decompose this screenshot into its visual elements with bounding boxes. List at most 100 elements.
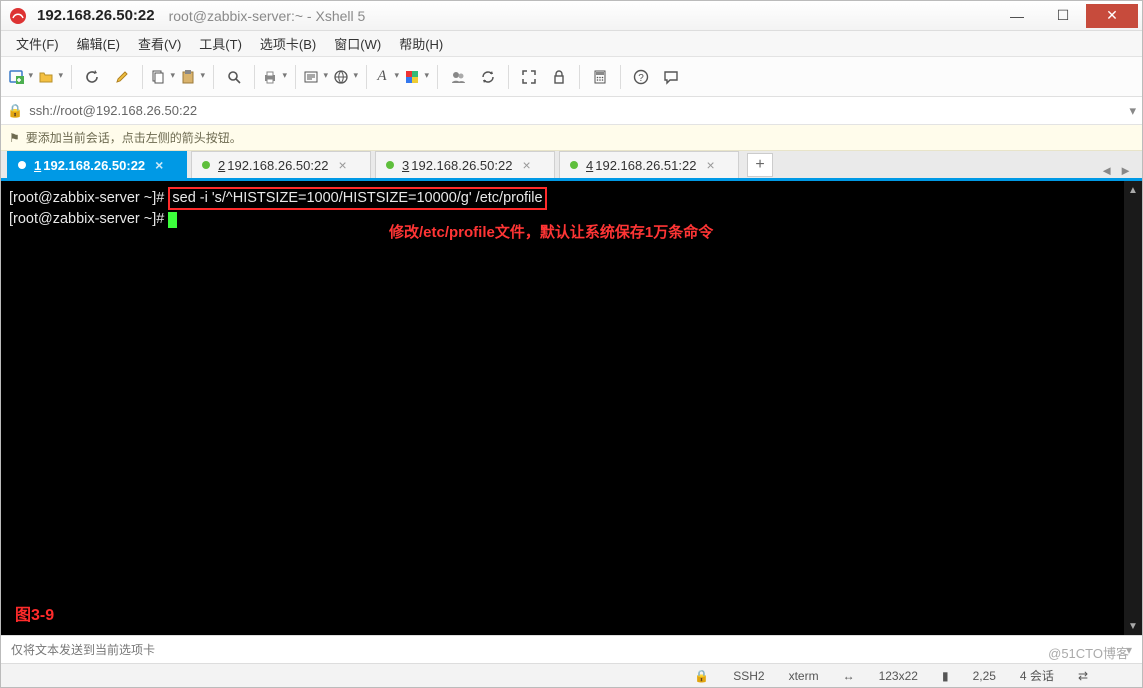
menu-tabs[interactable]: 选项卡(B) — [251, 31, 325, 56]
fullscreen-button[interactable] — [515, 63, 543, 91]
open-button[interactable] — [37, 63, 65, 91]
properties-button[interactable] — [302, 63, 330, 91]
status-dot-icon — [570, 161, 578, 169]
tab-close-icon[interactable]: × — [706, 157, 714, 173]
compose-bar[interactable]: 仅将文本发送到当前选项卡 ▾ — [1, 635, 1142, 663]
menu-file[interactable]: 文件(F) — [7, 31, 68, 56]
font-button[interactable]: A — [373, 63, 401, 91]
session-tab-3[interactable]: 3 192.168.26.50:22 × — [375, 151, 555, 178]
search-button[interactable] — [220, 63, 248, 91]
separator — [142, 65, 143, 89]
edit-button[interactable] — [108, 63, 136, 91]
address-dropdown-icon[interactable]: ▾ — [1129, 103, 1136, 119]
tab-number: 3 — [402, 158, 409, 173]
tab-strip: 1 192.168.26.50:22 × 2 192.168.26.50:22 … — [1, 151, 1142, 181]
session-tab-2[interactable]: 2 192.168.26.50:22 × — [191, 151, 371, 178]
status-sessions: 4 会话 — [1020, 667, 1054, 684]
help-button[interactable]: ? — [627, 63, 655, 91]
new-session-button[interactable] — [7, 63, 35, 91]
menu-edit[interactable]: 编辑(E) — [68, 31, 129, 56]
tab-add-button[interactable]: + — [747, 153, 773, 177]
tab-label: 192.168.26.50:22 — [227, 158, 328, 173]
close-button[interactable]: ✕ — [1086, 4, 1138, 28]
status-arrows-icon: ⇄ — [1078, 669, 1088, 683]
status-lock-icon: 🔒 — [694, 669, 709, 683]
status-dot-icon — [386, 161, 394, 169]
status-dot-icon — [202, 161, 210, 169]
separator — [366, 65, 367, 89]
copy-button[interactable] — [149, 63, 177, 91]
tab-number: 2 — [218, 158, 225, 173]
refresh-button[interactable] — [474, 63, 502, 91]
status-term: xterm — [789, 669, 819, 683]
terminal-area[interactable]: [root@zabbix-server ~]# sed -i 's/^HISTS… — [1, 181, 1142, 635]
tab-nav: ◄ ► — [1100, 163, 1136, 178]
compose-dropdown-icon[interactable]: ▾ — [1126, 643, 1132, 657]
cursor-icon — [168, 212, 177, 228]
window-title-sub: root@zabbix-server:~ - Xshell 5 — [169, 8, 366, 24]
lock-button[interactable] — [545, 63, 573, 91]
status-size: 123x22 — [879, 669, 918, 683]
separator — [508, 65, 509, 89]
menu-help[interactable]: 帮助(H) — [390, 31, 452, 56]
separator — [579, 65, 580, 89]
minimize-button[interactable]: — — [994, 4, 1040, 28]
status-size-icon: ↔ — [843, 669, 855, 683]
menu-tools[interactable]: 工具(T) — [190, 31, 251, 56]
highlighted-command: sed -i 's/^HISTSIZE=1000/HISTSIZE=10000/… — [168, 187, 546, 210]
color-button[interactable] — [403, 63, 431, 91]
status-pos: 2,25 — [973, 669, 996, 683]
tab-next-icon[interactable]: ► — [1119, 163, 1132, 178]
globe-button[interactable] — [332, 63, 360, 91]
scroll-up-icon[interactable]: ▲ — [1124, 181, 1142, 199]
tab-label: 192.168.26.51:22 — [595, 158, 696, 173]
compose-placeholder: 仅将文本发送到当前选项卡 — [11, 641, 155, 658]
tab-prev-icon[interactable]: ◄ — [1100, 163, 1113, 178]
session-tab-4[interactable]: 4 192.168.26.51:22 × — [559, 151, 739, 178]
address-bar[interactable]: 🔒 ssh://root@192.168.26.50:22 ▾ — [1, 97, 1142, 125]
calc-button[interactable] — [586, 63, 614, 91]
tab-number: 4 — [586, 158, 593, 173]
svg-text:?: ? — [638, 73, 644, 84]
tab-label: 192.168.26.50:22 — [411, 158, 512, 173]
lock-icon: 🔒 — [7, 103, 23, 119]
hint-text: 要添加当前会话，点击左侧的箭头按钮。 — [26, 129, 242, 146]
address-url: ssh://root@192.168.26.50:22 — [29, 103, 197, 118]
tab-number: 1 — [34, 158, 41, 173]
reconnect-button[interactable] — [78, 63, 106, 91]
scrollbar[interactable]: ▲ ▼ — [1124, 181, 1142, 635]
status-pos-icon: ▮ — [942, 669, 949, 683]
users-button[interactable] — [444, 63, 472, 91]
hint-bar: ⚑ 要添加当前会话，点击左侧的箭头按钮。 — [1, 125, 1142, 151]
paste-button[interactable] — [179, 63, 207, 91]
separator — [620, 65, 621, 89]
print-button[interactable] — [261, 63, 289, 91]
menu-view[interactable]: 查看(V) — [129, 31, 190, 56]
app-icon — [9, 7, 27, 25]
figure-label: 图3-9 — [15, 601, 54, 625]
menu-bar: 文件(F) 编辑(E) 查看(V) 工具(T) 选项卡(B) 窗口(W) 帮助(… — [1, 31, 1142, 57]
tab-label: 192.168.26.50:22 — [43, 158, 145, 173]
prompt: [root@zabbix-server ~]# — [9, 211, 168, 227]
prompt: [root@zabbix-server ~]# — [9, 190, 168, 206]
tab-close-icon[interactable]: × — [338, 157, 346, 173]
window-title-ip: 192.168.26.50:22 — [37, 7, 155, 24]
menu-window[interactable]: 窗口(W) — [325, 31, 390, 56]
chat-button[interactable] — [657, 63, 685, 91]
separator — [437, 65, 438, 89]
session-tab-1[interactable]: 1 192.168.26.50:22 × — [7, 151, 187, 178]
separator — [295, 65, 296, 89]
tab-close-icon[interactable]: × — [155, 157, 163, 173]
maximize-button[interactable]: ☐ — [1040, 4, 1086, 28]
tab-close-icon[interactable]: × — [522, 157, 530, 173]
status-dot-icon — [18, 161, 26, 169]
terminal-output[interactable]: [root@zabbix-server ~]# sed -i 's/^HISTS… — [1, 181, 1124, 635]
annotation: 修改/etc/profile文件，默认让系统保存1万条命令 — [389, 221, 713, 242]
status-protocol: SSH2 — [733, 669, 764, 683]
scroll-down-icon[interactable]: ▼ — [1124, 617, 1142, 635]
status-bar: 🔒 SSH2 xterm ↔ 123x22 ▮ 2,25 4 会话 ⇄ — [1, 663, 1142, 687]
separator — [254, 65, 255, 89]
flag-icon: ⚑ — [9, 131, 20, 145]
title-bar: 192.168.26.50:22 root@zabbix-server:~ - … — [1, 1, 1142, 31]
toolbar: A ? — [1, 57, 1142, 97]
